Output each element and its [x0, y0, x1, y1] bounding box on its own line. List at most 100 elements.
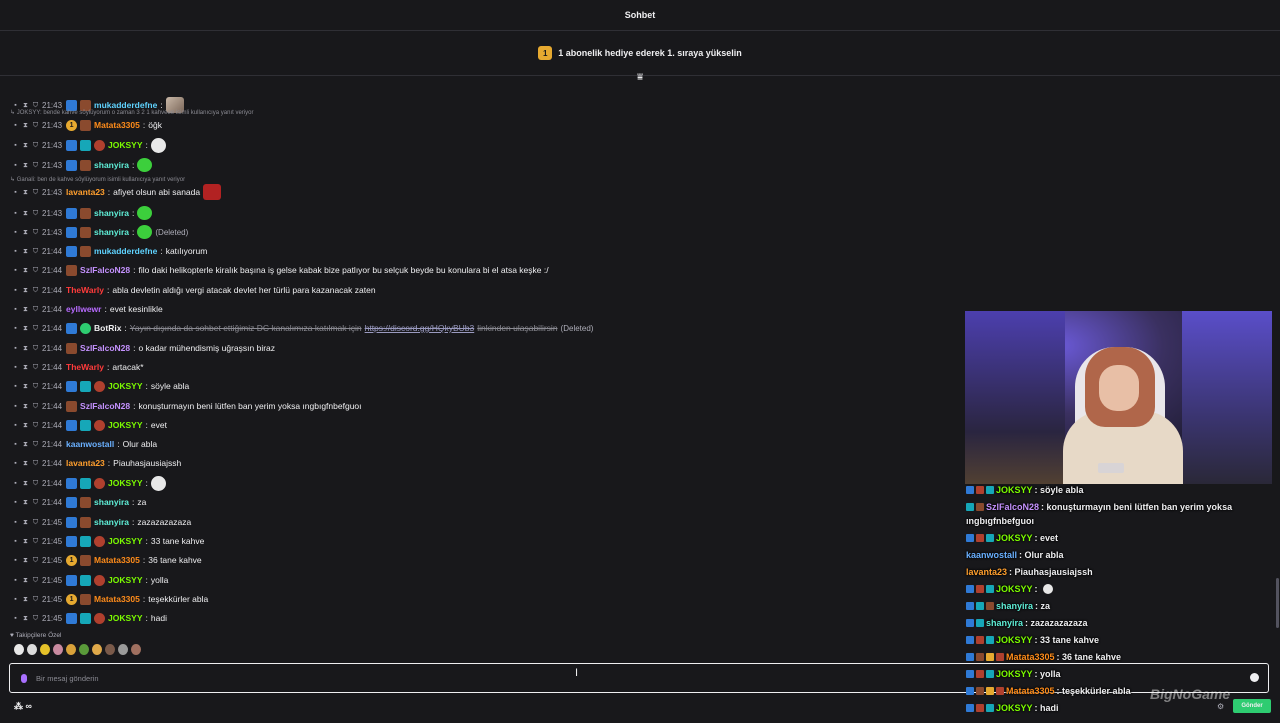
hourglass-icon[interactable]: ⧗: [22, 345, 29, 352]
pin-icon[interactable]: ▪: [12, 422, 19, 429]
chat-message[interactable]: ▪ ⧗ ⛉ 21:44 TheWarly: abla devletin aldığı ve…: [12, 282, 375, 298]
user-badge-icon[interactable]: [94, 612, 106, 624]
hourglass-icon[interactable]: ⧗: [22, 480, 29, 487]
user-badge-icon[interactable]: [66, 574, 78, 586]
pin-icon[interactable]: ▪: [12, 325, 19, 332]
shield-icon[interactable]: ⛉: [32, 122, 39, 129]
message-username[interactable]: lavanta23: [66, 458, 105, 468]
chat-message[interactable]: ▪ ⧗ ⛉ 21:43 lavanta23: afiyet olsun abi sanad…: [12, 184, 222, 200]
user-badge-icon[interactable]: [80, 612, 92, 624]
chat-message[interactable]: ▪ ⧗ ⛉ 21:44 kaanwostall: Olur abla: [12, 436, 157, 452]
user-badge-icon[interactable]: [94, 380, 106, 392]
hourglass-icon[interactable]: ⧗: [22, 557, 29, 564]
microphone-icon[interactable]: [21, 673, 27, 683]
user-badge-icon[interactable]: [66, 516, 78, 528]
pin-icon[interactable]: ▪: [12, 306, 19, 313]
message-username[interactable]: JOKSYY: [108, 613, 143, 623]
pin-icon[interactable]: ▪: [12, 538, 19, 545]
message-username[interactable]: shanyira: [94, 517, 129, 527]
shield-icon[interactable]: ⛉: [32, 142, 39, 149]
user-badge-icon[interactable]: [66, 264, 78, 276]
user-badge-icon[interactable]: [94, 419, 106, 431]
message-username[interactable]: JOKSYY: [108, 536, 143, 546]
shield-icon[interactable]: ⛉: [32, 383, 39, 390]
hourglass-icon[interactable]: ⧗: [22, 460, 29, 467]
chat-emote[interactable]: [137, 225, 153, 239]
hourglass-icon[interactable]: ⧗: [22, 519, 29, 526]
user-badge-icon[interactable]: [80, 207, 92, 219]
hourglass-icon[interactable]: ⧗: [22, 325, 29, 332]
reply-context[interactable]: ↳ Ganali: ben de kahve söylüyorum isimli…: [10, 176, 185, 183]
pin-icon[interactable]: ▪: [12, 519, 19, 526]
reply-context[interactable]: ↳ JOKSYY: bende kahve söylüyorum o zaman…: [10, 109, 253, 116]
emote-option[interactable]: [53, 644, 63, 655]
chat-emote[interactable]: [150, 137, 166, 153]
user-badge-icon[interactable]: [80, 119, 92, 131]
hourglass-icon[interactable]: ⧗: [22, 403, 29, 410]
chat-message[interactable]: ▪ ⧗ ⛉ 21:43 shanyira: (Deleted): [12, 224, 188, 240]
chat-emote[interactable]: [137, 158, 153, 172]
shield-icon[interactable]: ⛉: [32, 345, 39, 352]
message-username[interactable]: Matata3305: [94, 555, 140, 565]
shield-icon[interactable]: ⛉: [32, 460, 39, 467]
shield-icon[interactable]: ⛉: [32, 267, 39, 274]
message-username[interactable]: shanyira: [94, 160, 129, 170]
chat-message[interactable]: ▪ ⧗ ⛉ 21:44 JOKSYY: evet: [12, 417, 167, 433]
user-badge-icon[interactable]: [94, 139, 106, 151]
chat-message[interactable]: ▪ ⧗ ⛉ 21:44 JOKSYY:: [12, 475, 166, 491]
chat-message[interactable]: ▪ ⧗ ⛉ 21:43 shanyira:: [12, 205, 153, 221]
pin-icon[interactable]: ▪: [12, 403, 19, 410]
chat-message[interactable]: ▪ ⧗ ⛉ 21:43 shanyira:: [12, 157, 153, 173]
pin-icon[interactable]: ▪: [12, 102, 19, 109]
emote-option[interactable]: [14, 644, 24, 655]
hourglass-icon[interactable]: ⧗: [22, 189, 29, 196]
pin-icon[interactable]: ▪: [12, 142, 19, 149]
emote-option[interactable]: [40, 644, 50, 655]
user-badge-icon[interactable]: [80, 593, 92, 605]
message-username[interactable]: Matata3305: [94, 594, 140, 604]
pin-icon[interactable]: ▪: [12, 596, 19, 603]
user-badge-icon[interactable]: [80, 535, 92, 547]
pin-icon[interactable]: ▪: [12, 162, 19, 169]
shield-icon[interactable]: ⛉: [32, 102, 39, 109]
message-username[interactable]: SzlFalcoN28: [80, 343, 130, 353]
shield-icon[interactable]: ⛉: [32, 557, 39, 564]
pin-icon[interactable]: ▪: [12, 499, 19, 506]
pin-icon[interactable]: ▪: [12, 460, 19, 467]
pin-icon[interactable]: ▪: [12, 210, 19, 217]
pin-icon[interactable]: ▪: [12, 364, 19, 371]
shield-icon[interactable]: ⛉: [32, 364, 39, 371]
hourglass-icon[interactable]: ⧗: [22, 210, 29, 217]
message-username[interactable]: SzlFalcoN28: [80, 265, 130, 275]
chat-emote[interactable]: [150, 475, 166, 491]
user-badge-icon[interactable]: [80, 477, 92, 489]
hourglass-icon[interactable]: ⧗: [22, 287, 29, 294]
user-badge-icon[interactable]: [66, 322, 78, 334]
user-badge-icon[interactable]: [80, 516, 92, 528]
chat-message[interactable]: ▪ ⧗ ⛉ 21:44 eyllwewr: evet kesinlikle: [12, 301, 163, 317]
message-username[interactable]: JOKSYY: [108, 140, 143, 150]
pin-icon[interactable]: ▪: [12, 189, 19, 196]
user-badge-icon[interactable]: [66, 419, 78, 431]
emote-option[interactable]: [105, 644, 115, 655]
message-username[interactable]: JOKSYY: [108, 575, 143, 585]
message-username[interactable]: JOKSYY: [108, 420, 143, 430]
hourglass-icon[interactable]: ⧗: [22, 538, 29, 545]
hourglass-icon[interactable]: ⧗: [22, 267, 29, 274]
user-badge-icon[interactable]: [66, 380, 78, 392]
shield-icon[interactable]: ⛉: [32, 287, 39, 294]
message-username[interactable]: JOKSYY: [108, 381, 143, 391]
user-badge-icon[interactable]: [94, 535, 106, 547]
user-badge-icon[interactable]: [80, 159, 92, 171]
chat-emote[interactable]: [203, 184, 222, 200]
hourglass-icon[interactable]: ⧗: [22, 142, 29, 149]
user-badge-icon[interactable]: [66, 245, 78, 257]
chat-message[interactable]: ▪ ⧗ ⛉ 21:44 SzlFalcoN28: o kadar mühendismiş …: [12, 340, 275, 356]
message-username[interactable]: TheWarly: [66, 362, 104, 372]
user-badge-icon[interactable]: [80, 245, 92, 257]
shield-icon[interactable]: ⛉: [32, 422, 39, 429]
message-username[interactable]: SzlFalcoN28: [80, 401, 130, 411]
emote-option[interactable]: [92, 644, 102, 655]
user-badge-icon[interactable]: [80, 380, 92, 392]
collapse-chevron-icon[interactable]: ⩸: [634, 73, 646, 83]
